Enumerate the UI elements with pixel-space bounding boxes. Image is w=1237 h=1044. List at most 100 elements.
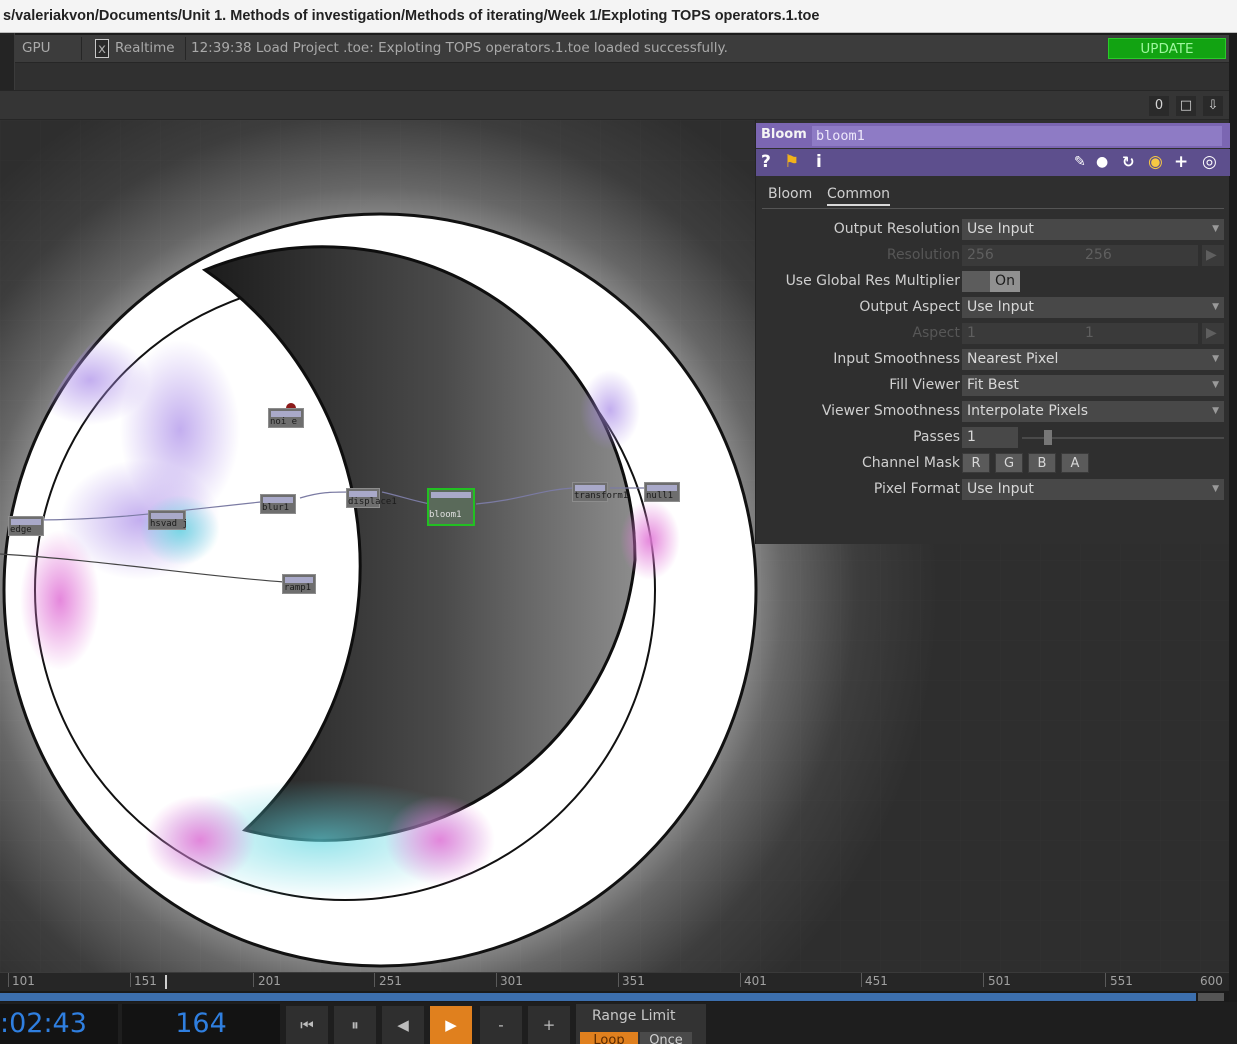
channel-r-toggle[interactable]: R: [962, 453, 990, 473]
tab-bloom[interactable]: Bloom: [768, 186, 812, 202]
aspect-y-field[interactable]: 1: [1080, 323, 1198, 344]
tick-label: 151: [134, 974, 157, 988]
panel-icon-bar: ? ⚑ i ✎ ● ↻ ◉ + ◎: [756, 149, 1230, 176]
comment-icon[interactable]: ●: [1096, 151, 1108, 173]
node-noise[interactable]: noi e: [268, 408, 304, 428]
help-icon[interactable]: ?: [761, 151, 771, 173]
add-icon[interactable]: +: [1174, 151, 1188, 173]
pin-icon[interactable]: ⇩: [1203, 96, 1223, 116]
panel-header: Bloom bloom1: [756, 123, 1230, 148]
edit-icon[interactable]: ✎: [1074, 151, 1086, 173]
timeline[interactable]: 101 151 201 251 301 351 401 451 501 551 …: [0, 972, 1229, 1003]
timeline-range-fill: [0, 993, 1196, 1001]
range-limit-panel: Range Limit Loop Once: [576, 1004, 706, 1044]
target-icon[interactable]: ◎: [1202, 151, 1217, 173]
update-button[interactable]: UPDATE: [1108, 38, 1226, 59]
node-null[interactable]: null1: [644, 482, 680, 502]
step-back-icon[interactable]: ◀: [382, 1006, 424, 1044]
tick-mark: [496, 973, 497, 987]
once-button[interactable]: Once: [640, 1032, 692, 1044]
node-transform[interactable]: transform1: [572, 482, 628, 502]
timecode-display[interactable]: :02:43: [0, 1004, 118, 1044]
tab-divider: [762, 208, 1224, 209]
global-res-toggle[interactable]: On: [990, 271, 1020, 292]
frame-display[interactable]: 164: [122, 1004, 280, 1044]
param-output-resolution: Output Resolution Use Input: [756, 219, 1230, 241]
operator-info-icon[interactable]: ⚑: [784, 151, 799, 173]
param-fill-viewer: Fill Viewer Fit Best: [756, 375, 1230, 397]
tick-mark: [861, 973, 862, 987]
tick-label: 451: [865, 974, 888, 988]
realtime-checkbox[interactable]: x: [95, 39, 109, 58]
tick-mark: [374, 973, 375, 987]
refresh-icon[interactable]: ↻: [1122, 151, 1135, 173]
tab-common[interactable]: Common: [827, 186, 891, 206]
tick-label: 501: [988, 974, 1011, 988]
param-aspect: Aspect 1 1 ▶: [756, 323, 1230, 345]
tick-mark: [1105, 973, 1106, 987]
expand-arrow-icon[interactable]: ▶: [1202, 323, 1224, 344]
node-edge[interactable]: edge: [8, 516, 44, 536]
passes-field[interactable]: 1: [962, 427, 1018, 448]
node-displace[interactable]: displace1: [346, 488, 397, 508]
tick-label: 351: [622, 974, 645, 988]
node-hsvadjust[interactable]: hsvad j: [148, 510, 188, 530]
channel-g-toggle[interactable]: G: [995, 453, 1023, 473]
status-bar: GPU x Realtime 12:39:38 Load Project .to…: [15, 35, 1229, 62]
expand-arrow-icon[interactable]: ▶: [1202, 245, 1224, 266]
operator-name-field[interactable]: bloom1: [812, 126, 1222, 146]
param-global-res: Use Global Res Multiplier On: [756, 271, 1230, 293]
aspect-x-field[interactable]: 1: [962, 323, 1080, 344]
pixel-format-select[interactable]: Use Input: [962, 479, 1224, 500]
loop-button[interactable]: Loop: [580, 1032, 638, 1044]
tick-label: 600: [1200, 974, 1223, 988]
rewind-icon[interactable]: ⏮: [286, 1006, 328, 1044]
output-resolution-select[interactable]: Use Input: [962, 219, 1224, 240]
pane-toolbar: 0 □ ⇩: [0, 90, 1229, 120]
status-message: 12:39:38 Load Project .toe: Exploting TO…: [191, 40, 728, 56]
pause-icon[interactable]: ⏸: [334, 1006, 376, 1044]
tick-mark: [618, 973, 619, 987]
tick-label: 251: [379, 974, 402, 988]
global-res-toggle-track[interactable]: [962, 271, 990, 292]
play-icon[interactable]: ▶: [430, 1006, 472, 1044]
param-pixel-format: Pixel Format Use Input: [756, 479, 1230, 501]
minus-button[interactable]: -: [480, 1006, 522, 1044]
input-smoothness-select[interactable]: Nearest Pixel: [962, 349, 1224, 370]
param-input-smoothness: Input Smoothness Nearest Pixel: [756, 349, 1230, 371]
maximize-icon[interactable]: □: [1176, 96, 1196, 116]
viewer-smoothness-select[interactable]: Interpolate Pixels: [962, 401, 1224, 422]
transport-bar: :02:43 164 ⏮ ⏸ ◀ ▶ - + Range Limit Loop …: [0, 1002, 1237, 1044]
channel-a-toggle[interactable]: A: [1061, 453, 1089, 473]
frame-value: 164: [175, 1008, 227, 1039]
parameter-panel: Bloom bloom1 ? ⚑ i ✎ ● ↻ ◉ + ◎ Bloom Com…: [755, 120, 1230, 544]
plus-button[interactable]: +: [528, 1006, 570, 1044]
resolution-width-field[interactable]: 256: [962, 245, 1080, 266]
param-passes: Passes 1: [756, 427, 1230, 449]
param-resolution: Resolution 256 256 ▶: [756, 245, 1230, 267]
node-bloom[interactable]: bloom1: [427, 488, 475, 526]
project-path: s/valeriakvon/Documents/Unit 1. Methods …: [3, 8, 820, 24]
tick-mark: [130, 973, 131, 987]
output-aspect-select[interactable]: Use Input: [962, 297, 1224, 318]
resolution-height-field[interactable]: 256: [1080, 245, 1198, 266]
info-icon[interactable]: i: [816, 151, 822, 173]
tick-mark: [983, 973, 984, 987]
timeline-range-end[interactable]: [1198, 993, 1224, 1001]
gpu-label[interactable]: GPU: [22, 39, 50, 58]
passes-slider-handle[interactable]: [1044, 430, 1052, 445]
channel-b-toggle[interactable]: B: [1028, 453, 1056, 473]
playhead[interactable]: [165, 975, 167, 989]
divider: [185, 37, 186, 60]
node-ramp[interactable]: ramp1: [282, 574, 316, 594]
panel-tabs: Bloom Common: [756, 183, 1230, 209]
fill-viewer-select[interactable]: Fit Best: [962, 375, 1224, 396]
passes-slider-track[interactable]: [1022, 437, 1224, 439]
tick-label: 101: [12, 974, 35, 988]
node-blur[interactable]: blur1: [260, 494, 296, 514]
param-channel-mask: Channel Mask R G B A: [756, 453, 1230, 475]
tick-label: 201: [258, 974, 281, 988]
python-icon[interactable]: ◉: [1148, 151, 1163, 173]
pane-counter[interactable]: 0: [1149, 96, 1169, 116]
tick-label: 401: [744, 974, 767, 988]
